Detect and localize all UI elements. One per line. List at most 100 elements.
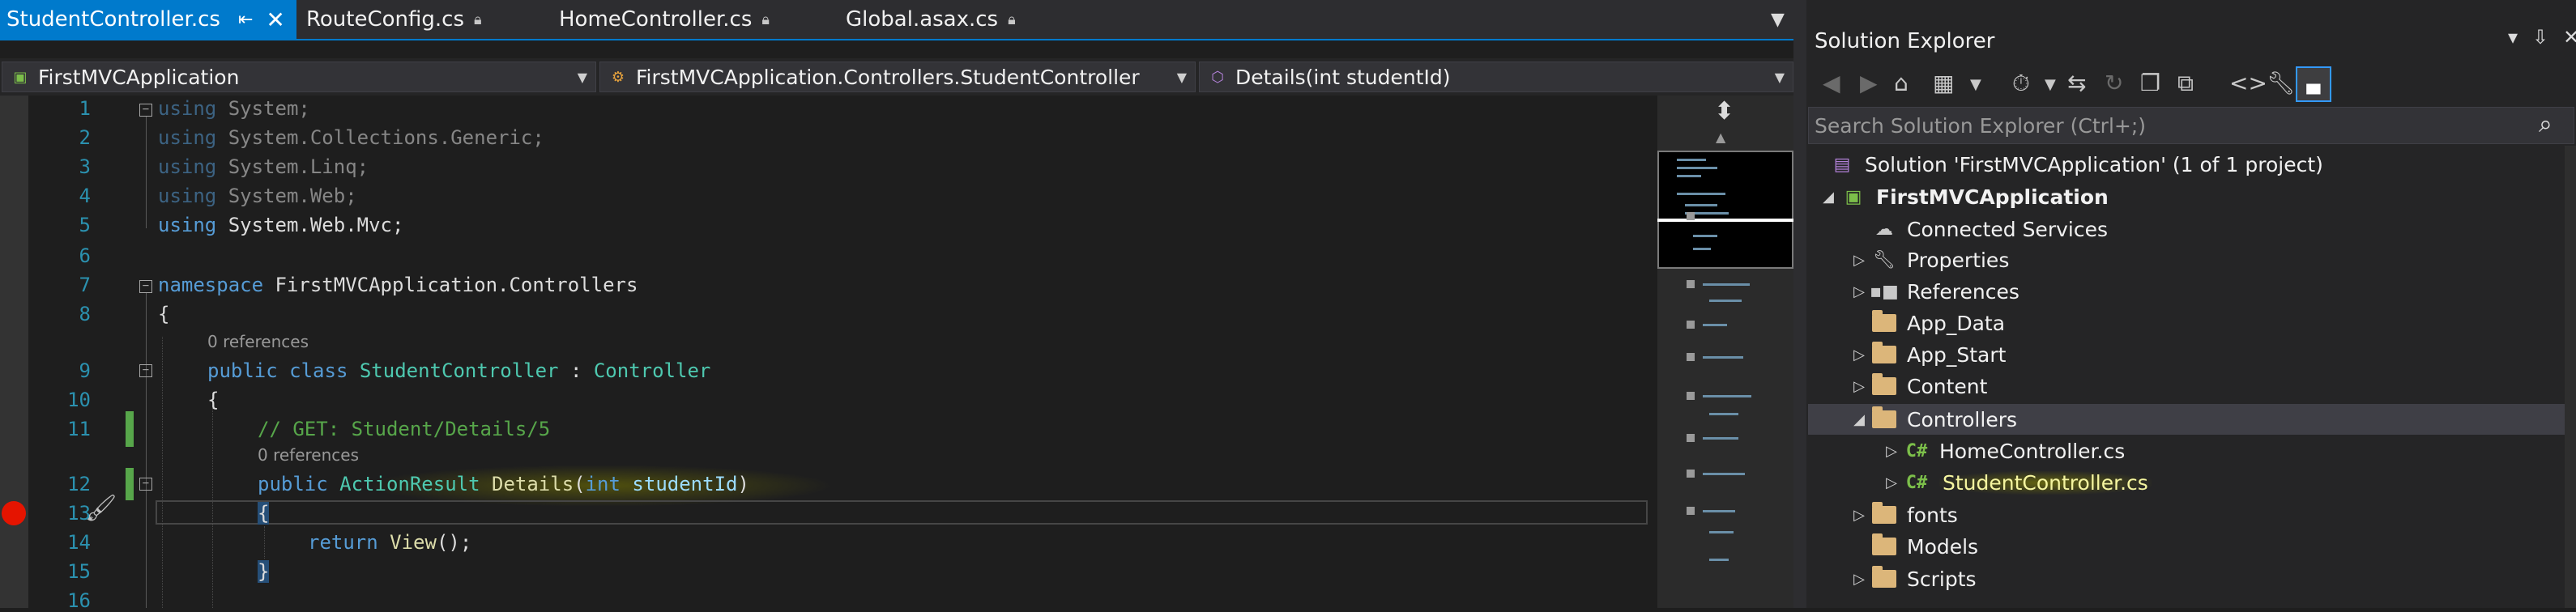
collapse-all-icon[interactable]: ❐: [2140, 70, 2160, 96]
code-line: using System.Collections.Generic;: [158, 126, 544, 149]
collapsed-arrow-icon[interactable]: ▷: [1849, 283, 1870, 300]
collapsed-arrow-icon[interactable]: ▷: [1849, 571, 1870, 588]
tab-student-controller[interactable]: StudentController.cs ⇤ ✕: [0, 0, 296, 39]
window-position-icon[interactable]: ▾: [2508, 26, 2532, 49]
line-number: 14: [67, 531, 91, 554]
tree-label: Connected Services: [1907, 217, 2108, 241]
project-dropdown-value: FirstMVCApplication: [38, 65, 240, 89]
tree-item-connected-services[interactable]: ☁ Connected Services: [1870, 214, 2108, 244]
tree-item-app-data[interactable]: App_Data: [1870, 308, 2005, 338]
collapsed-arrow-icon[interactable]: ▷: [1849, 252, 1870, 269]
minimap-line: [1677, 193, 1725, 195]
pin-icon[interactable]: ⇤: [238, 10, 253, 30]
collapse-icon[interactable]: −: [139, 280, 152, 293]
tree-item-controllers[interactable]: ◢ Controllers: [1849, 404, 2017, 435]
collapse-icon[interactable]: −: [139, 104, 152, 117]
home-icon[interactable]: ⌂: [1894, 70, 1909, 96]
wrench-icon: 🔧︎: [1873, 249, 1896, 270]
collapse-icon[interactable]: −: [139, 478, 152, 491]
minimap-line: [1703, 437, 1738, 440]
class-icon: ⚙: [611, 68, 625, 86]
tab-home-controller[interactable]: HomeController.cs 🔒︎: [552, 0, 795, 39]
expanded-arrow-icon[interactable]: ◢: [1849, 411, 1870, 428]
codelens-references[interactable]: 0 references: [207, 332, 309, 351]
tree-label: References: [1907, 279, 2019, 304]
minimap-line: [1703, 356, 1743, 359]
collapsed-arrow-icon[interactable]: ▷: [1881, 474, 1902, 491]
properties-wrench-icon[interactable]: 🔧︎: [2267, 70, 2296, 96]
tree-item-scripts[interactable]: ▷ Scripts: [1849, 563, 1977, 594]
tree-item-models[interactable]: Models: [1870, 531, 1978, 562]
line-number: 7: [79, 274, 91, 296]
minimap-marker: [1687, 212, 1695, 220]
view-code-icon[interactable]: <>: [2229, 70, 2267, 96]
tree-item-properties[interactable]: ▷ 🔧︎ Properties: [1849, 244, 2009, 275]
collapsed-arrow-icon[interactable]: ▷: [1881, 443, 1902, 460]
tree-label: Controllers: [1907, 407, 2017, 431]
indent-guide: [212, 393, 213, 608]
tree-label: Solution 'FirstMVCApplication' (1 of 1 p…: [1865, 152, 2323, 176]
line-number: 8: [79, 303, 91, 325]
tree-label: HomeController.cs: [1939, 439, 2126, 463]
minimap-line: [1693, 248, 1711, 250]
tree-label: fonts: [1907, 503, 1958, 527]
collapsed-arrow-icon[interactable]: ▷: [1849, 507, 1870, 524]
tree-item-references[interactable]: ▷ ▪■ References: [1849, 276, 2019, 307]
tree-item-home-controller[interactable]: ▷ C# HomeController.cs: [1881, 436, 2125, 466]
minimap-line: [1703, 324, 1727, 326]
member-dropdown[interactable]: ⬡ Details(int studentId) ▼: [1199, 62, 1793, 92]
back-icon[interactable]: ◀: [1823, 70, 1840, 96]
tree-label: FirstMVCApplication: [1876, 185, 2109, 209]
tree-item-student-controller[interactable]: ▷ C# StudentController.cs: [1881, 467, 2152, 498]
close-icon[interactable]: ✕: [266, 6, 284, 33]
change-indicator: [126, 411, 134, 447]
minimap-line: [1677, 175, 1701, 177]
solution-explorer-scrollbar[interactable]: [2565, 146, 2576, 608]
chevron-down-icon[interactable]: ▼: [1970, 76, 1981, 93]
tab-route-config[interactable]: RouteConfig.cs 🔒︎: [300, 0, 510, 39]
codelens-references[interactable]: 0 references: [258, 445, 359, 465]
scroll-up-arrow-icon[interactable]: ▲: [1716, 130, 1725, 145]
tree-label: Models: [1907, 534, 1979, 559]
tree-item-fonts[interactable]: ▷ fonts: [1849, 499, 1958, 530]
breakpoint-icon[interactable]: [2, 501, 26, 525]
tree-item-app-start[interactable]: ▷ App_Start: [1849, 339, 2006, 370]
solution-search-input[interactable]: [1815, 113, 2511, 138]
show-all-files-icon[interactable]: ⧉: [2177, 70, 2194, 97]
folder-icon: [1870, 533, 1899, 558]
line-number: 13: [67, 502, 91, 525]
sync-with-document-icon[interactable]: ⇆: [2067, 70, 2086, 96]
search-icon[interactable]: ⌕: [2539, 110, 2553, 138]
pending-changes-filter-icon[interactable]: ⏱: [2012, 70, 2030, 97]
line-number: 2: [79, 126, 91, 149]
minimap-line: [1703, 473, 1745, 475]
close-icon[interactable]: ✕: [2563, 26, 2576, 49]
minimap-marker: [1687, 507, 1695, 515]
code-line: return View();: [308, 531, 472, 554]
collapsed-arrow-icon[interactable]: ▷: [1849, 346, 1870, 363]
refresh-icon[interactable]: ↻: [2105, 70, 2123, 96]
breakpoint-margin[interactable]: [0, 96, 28, 608]
chevron-down-icon[interactable]: ▼: [2045, 76, 2056, 93]
collapse-icon[interactable]: −: [139, 364, 152, 377]
project-dropdown[interactable]: ▣ FirstMVCApplication ▼: [2, 62, 596, 92]
tree-item-content[interactable]: ▷ Content: [1849, 371, 1987, 402]
tab-global-asax[interactable]: Global.asax.cs 🔒︎: [839, 0, 1050, 39]
solution-node[interactable]: ▤ Solution 'FirstMVCApplication' (1 of 1…: [1828, 149, 2323, 180]
pin-icon[interactable]: ⇩: [2532, 26, 2563, 49]
pane-splitter[interactable]: [1793, 0, 1806, 608]
minimap-line: [1709, 559, 1729, 561]
line-number: 10: [67, 389, 91, 411]
split-window-icon[interactable]: ⬍: [1714, 97, 1734, 125]
expanded-arrow-icon[interactable]: ◢: [1818, 189, 1839, 206]
switch-views-icon[interactable]: ▦: [1933, 70, 1954, 96]
line-number: 4: [79, 185, 91, 207]
forward-icon[interactable]: ▶: [1860, 70, 1878, 96]
tab-overflow-icon[interactable]: ▼: [1771, 10, 1785, 30]
preview-selected-items-icon[interactable]: ▄: [2296, 66, 2331, 102]
type-dropdown[interactable]: ⚙ FirstMVCApplication.Controllers.Studen…: [599, 62, 1196, 92]
code-line: using System.Web.Mvc;: [158, 214, 404, 236]
collapsed-arrow-icon[interactable]: ▷: [1849, 378, 1870, 395]
project-node[interactable]: ◢ ▣ FirstMVCApplication: [1818, 181, 2109, 212]
lock-icon: 🔒︎: [1008, 11, 1016, 28]
